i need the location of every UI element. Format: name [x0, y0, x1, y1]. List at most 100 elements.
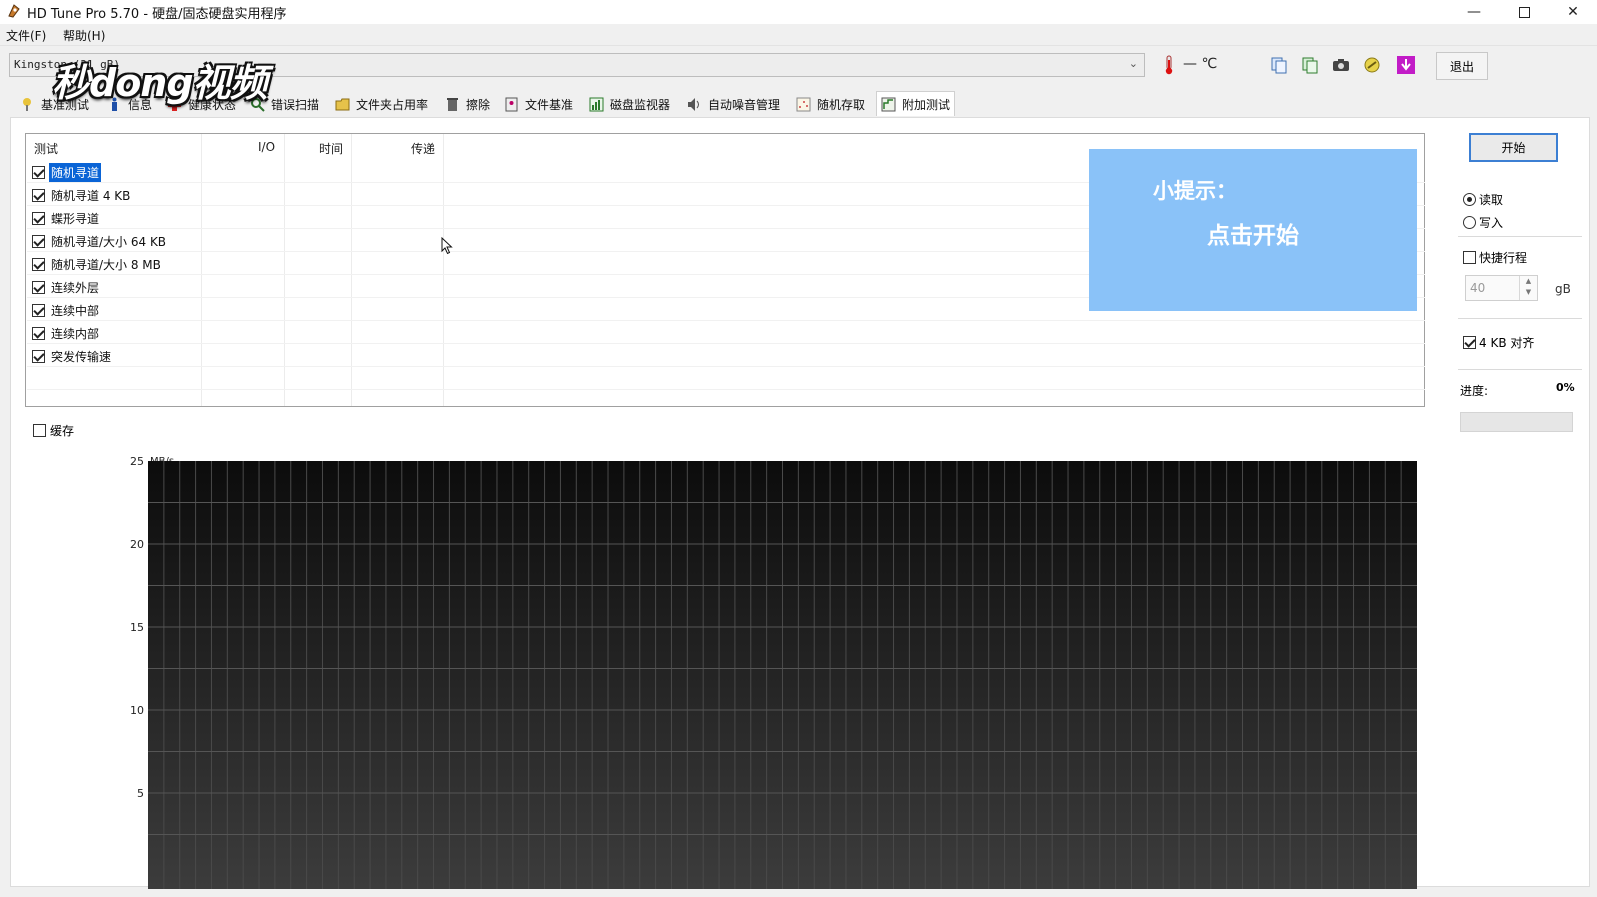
- test-label: 随机寻道/大小 64 KB: [51, 234, 167, 249]
- tab-label: 附加测试: [902, 97, 951, 112]
- speed-chart: MB/s 510152025: [130, 456, 1417, 889]
- watermark-logo: 秒dong视频: [52, 61, 268, 105]
- test-checkbox[interactable]: [32, 234, 45, 248]
- erase-icon: [445, 97, 460, 112]
- menu-help[interactable]: 帮助(H): [63, 27, 105, 44]
- app-icon: [8, 4, 20, 18]
- y-tick-label: 10: [130, 704, 144, 717]
- cache-label: 缓存: [50, 424, 75, 438]
- tab-noise[interactable]: 自动噪音管理: [683, 93, 784, 115]
- options-icon[interactable]: [1359, 53, 1385, 77]
- align-4kb-label: 4 KB 对齐: [1479, 336, 1535, 350]
- y-tick-label: 5: [137, 787, 144, 800]
- save-icon[interactable]: [1393, 53, 1419, 77]
- copy-screenshot-icon[interactable]: [1297, 53, 1323, 77]
- copy-info-icon[interactable]: [1266, 53, 1292, 77]
- tab-label: 随机存取: [817, 97, 866, 112]
- test-checkbox[interactable]: [32, 303, 45, 317]
- checkbox-box[interactable]: [33, 424, 46, 437]
- start-button[interactable]: 开始: [1469, 133, 1558, 162]
- test-row-random-seek-8mb[interactable]: 随机寻道/大小 8 MB: [32, 254, 163, 274]
- test-label: 随机寻道 4 KB: [51, 188, 131, 203]
- test-row-butterfly-seek[interactable]: 蝶形寻道: [32, 208, 101, 228]
- test-label: 突发传输速: [51, 349, 112, 364]
- test-row-random-seek[interactable]: 随机寻道: [32, 162, 102, 182]
- radio-dot[interactable]: [1463, 193, 1476, 206]
- row-divider: [27, 366, 1425, 367]
- chevron-down-icon: ⌄: [1128, 57, 1138, 70]
- progress-label: 进度:: [1460, 384, 1489, 398]
- test-row-sequential-middle[interactable]: 连续中部: [32, 300, 101, 320]
- tab-random-access[interactable]: 随机存取: [792, 93, 869, 115]
- divider: [1458, 369, 1582, 370]
- quick-stroke-label: 快捷行程: [1479, 251, 1528, 265]
- align-4kb-checkbox[interactable]: 4 KB 对齐: [1463, 334, 1534, 351]
- test-checkbox[interactable]: [32, 211, 45, 225]
- disk-monitor-icon: [589, 97, 604, 112]
- quick-stroke-value: 40: [1470, 281, 1486, 295]
- y-tick-label: 15: [130, 621, 144, 634]
- title-bar: HD Tune Pro 5.70 - 硬盘/固态硬盘实用程序 — ✕: [0, 0, 1597, 24]
- test-label: 连续外层: [51, 280, 100, 295]
- window-title: HD Tune Pro 5.70 - 硬盘/固态硬盘实用程序: [27, 7, 287, 22]
- test-row-sequential-outer[interactable]: 连续外层: [32, 277, 101, 297]
- tab-file-benchmark[interactable]: 文件基准: [500, 93, 577, 115]
- test-checkbox[interactable]: [32, 326, 45, 340]
- tab-label: 磁盘监视器: [610, 97, 671, 112]
- row-divider: [27, 320, 1425, 321]
- test-checkbox[interactable]: [32, 257, 45, 271]
- progress-value: 0%: [1556, 381, 1575, 394]
- tab-erase[interactable]: 擦除: [441, 93, 494, 115]
- tab-disk-monitor[interactable]: 磁盘监视器: [585, 93, 674, 115]
- divider: [1458, 318, 1582, 319]
- tab-label: 错误扫描: [271, 97, 320, 112]
- quick-stroke-stepper[interactable]: 40 ▲ ▼: [1465, 275, 1538, 301]
- row-divider: [27, 389, 1425, 390]
- test-checkbox[interactable]: [32, 349, 45, 363]
- column-header-transfer: 传递: [411, 142, 436, 156]
- test-label: 随机寻道: [49, 162, 102, 182]
- tip-body: 点击开始: [1207, 223, 1299, 249]
- stepper-arrows-icon[interactable]: ▲ ▼: [1519, 276, 1537, 300]
- maximize-icon[interactable]: [1501, 0, 1547, 24]
- read-radio[interactable]: 读取: [1463, 191, 1503, 208]
- test-checkbox[interactable]: [32, 165, 45, 179]
- camera-icon[interactable]: [1328, 53, 1354, 77]
- tab-label: 文件夹占用率: [356, 97, 429, 112]
- test-row-burst-rate[interactable]: 突发传输速: [32, 346, 113, 366]
- mouse-cursor-icon: [441, 237, 453, 255]
- test-checkbox[interactable]: [32, 280, 45, 294]
- tab-folder-usage[interactable]: 文件夹占用率: [331, 93, 432, 115]
- exit-button[interactable]: 退出: [1436, 52, 1488, 80]
- row-divider: [27, 343, 1425, 344]
- tab-label: 文件基准: [525, 97, 574, 112]
- test-checkbox[interactable]: [32, 188, 45, 202]
- menu-file[interactable]: 文件(F): [6, 27, 46, 44]
- column-header-test: 测试: [34, 142, 59, 156]
- write-label: 写入: [1479, 216, 1504, 230]
- test-row-random-seek-64kb[interactable]: 随机寻道/大小 64 KB: [32, 231, 168, 251]
- close-icon[interactable]: ✕: [1550, 0, 1596, 24]
- tip-title: 小提示：: [1153, 179, 1237, 203]
- thermometer-icon: [1156, 53, 1182, 77]
- divider: [1458, 236, 1582, 237]
- progress-bar: [1460, 412, 1573, 432]
- tab-extra-tests[interactable]: 附加测试: [876, 91, 956, 116]
- read-label: 读取: [1479, 193, 1504, 207]
- tab-label: 自动噪音管理: [708, 97, 781, 112]
- tip-overlay: 小提示： 点击开始: [1089, 149, 1417, 311]
- quick-stroke-checkbox[interactable]: 快捷行程: [1463, 249, 1527, 266]
- test-label: 连续中部: [51, 303, 100, 318]
- test-row-random-seek-4kb[interactable]: 随机寻道 4 KB: [32, 185, 132, 205]
- temperature-readout: — ℃: [1183, 56, 1218, 72]
- cache-checkbox[interactable]: 缓存: [33, 422, 74, 439]
- checkbox-box[interactable]: [1463, 251, 1476, 264]
- y-tick-label: 20: [130, 538, 144, 551]
- test-label: 连续内部: [51, 326, 100, 341]
- checkbox-box[interactable]: [1463, 336, 1476, 349]
- test-row-sequential-inner[interactable]: 连续内部: [32, 323, 101, 343]
- column-header-io: I/O: [258, 140, 276, 154]
- minimize-icon[interactable]: —: [1451, 0, 1497, 24]
- radio-dot[interactable]: [1463, 216, 1476, 229]
- write-radio[interactable]: 写入: [1463, 214, 1503, 231]
